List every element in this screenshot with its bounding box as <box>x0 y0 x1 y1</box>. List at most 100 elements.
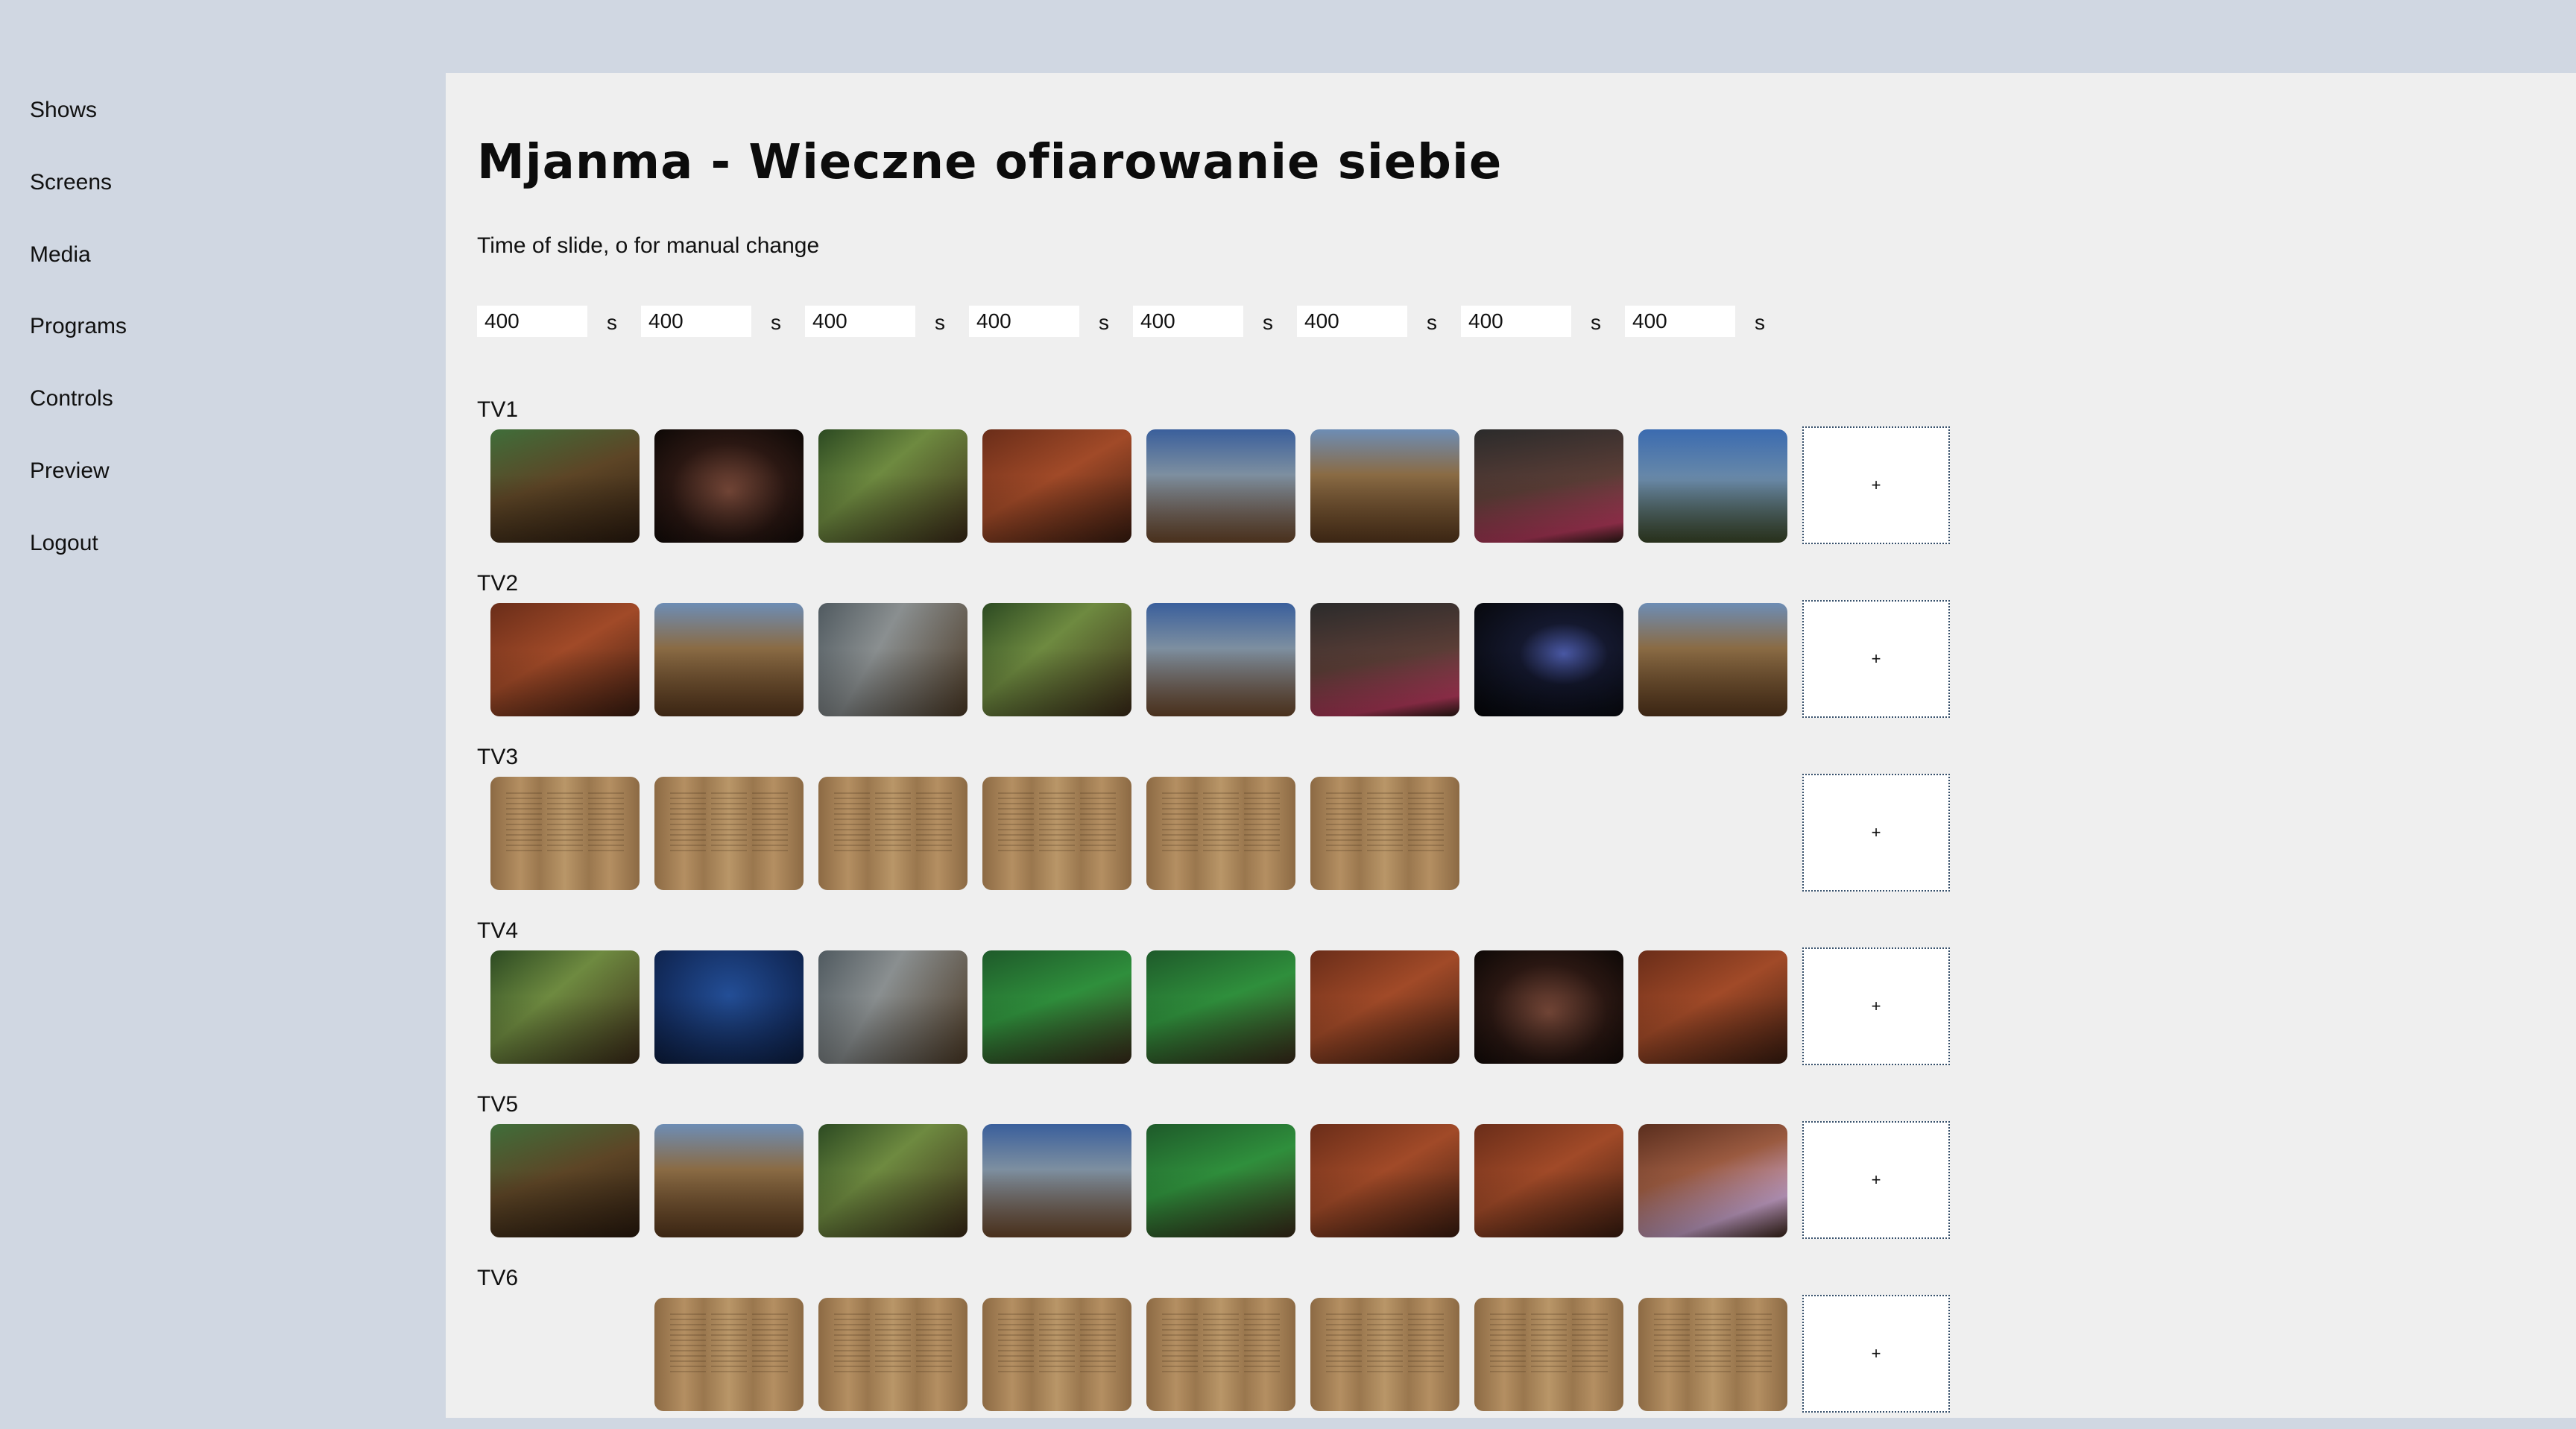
media-thumbnail[interactable] <box>818 1298 967 1411</box>
add-media-button[interactable]: + <box>1802 774 1950 892</box>
photo-shade <box>654 950 804 1064</box>
photo-shade <box>1310 1124 1459 1237</box>
document-image <box>490 777 640 890</box>
media-thumbnail[interactable] <box>1474 950 1623 1064</box>
media-thumbnail[interactable] <box>1310 1298 1459 1411</box>
add-media-button[interactable]: + <box>1802 600 1950 718</box>
slide-time-input-4[interactable] <box>969 306 1079 337</box>
media-thumbnail[interactable] <box>1146 950 1295 1064</box>
media-thumbnail[interactable] <box>1310 429 1459 543</box>
media-thumbnail[interactable] <box>1638 429 1787 543</box>
slide-time-input-3[interactable] <box>805 306 915 337</box>
document-image <box>654 1298 804 1411</box>
photo-shade <box>1474 429 1623 543</box>
seconds-unit: s <box>1591 311 1601 334</box>
media-thumbnail[interactable] <box>1310 950 1459 1064</box>
photo-shade <box>1310 603 1459 716</box>
media-thumbnail[interactable] <box>1146 429 1295 543</box>
photo-shade <box>818 429 967 543</box>
media-thumbnail[interactable] <box>654 603 804 716</box>
media-thumbnail[interactable] <box>1474 1298 1623 1411</box>
nav-programs[interactable]: Programs <box>30 313 127 340</box>
tv-label: TV2 <box>477 571 519 596</box>
sidebar: Shows Screens Media Programs Controls Pr… <box>0 0 446 1418</box>
media-thumbnail[interactable] <box>982 1298 1131 1411</box>
photo-shade <box>818 1124 967 1237</box>
media-thumbnail[interactable] <box>1310 777 1459 890</box>
document-image <box>1310 1298 1459 1411</box>
media-thumbnail[interactable] <box>490 603 640 716</box>
nav-controls[interactable]: Controls <box>30 385 113 412</box>
media-thumbnail[interactable] <box>654 777 804 890</box>
media-thumbnail[interactable] <box>1474 1124 1623 1237</box>
media-thumbnail[interactable] <box>818 603 967 716</box>
nav-logout[interactable]: Logout <box>30 530 98 557</box>
media-thumbnail[interactable] <box>1474 429 1623 543</box>
nav-shows[interactable]: Shows <box>30 97 97 124</box>
tv-row: TV1 + <box>477 397 2415 561</box>
add-media-button[interactable]: + <box>1802 947 1950 1065</box>
media-thumbnail[interactable] <box>1474 603 1623 716</box>
media-thumbnail[interactable] <box>1146 603 1295 716</box>
seconds-unit: s <box>1099 311 1109 334</box>
add-media-button[interactable]: + <box>1802 1121 1950 1239</box>
tv-label: TV1 <box>477 397 519 422</box>
media-thumbnail[interactable] <box>490 429 640 543</box>
media-thumbnail[interactable] <box>1638 950 1787 1064</box>
media-thumbnail[interactable] <box>982 777 1131 890</box>
photo-shade <box>818 603 967 716</box>
media-thumbnail[interactable] <box>490 777 640 890</box>
media-thumbnail[interactable] <box>982 429 1131 543</box>
document-image <box>1638 1298 1787 1411</box>
photo-shade <box>982 429 1131 543</box>
media-thumbnail[interactable] <box>654 1298 804 1411</box>
photo-shade <box>1638 429 1787 543</box>
media-thumbnail[interactable] <box>1638 1298 1787 1411</box>
media-thumbnail[interactable] <box>818 1124 967 1237</box>
media-thumbnail[interactable] <box>490 1124 640 1237</box>
media-thumbnail[interactable] <box>818 777 967 890</box>
document-image <box>982 777 1131 890</box>
media-thumbnail[interactable] <box>982 1124 1131 1237</box>
nav-media[interactable]: Media <box>30 242 91 268</box>
seconds-unit: s <box>1263 311 1273 334</box>
document-image <box>1310 777 1459 890</box>
document-image <box>818 777 967 890</box>
tv-label: TV4 <box>477 918 519 943</box>
media-thumbnail[interactable] <box>1146 1124 1295 1237</box>
photo-shade <box>1638 950 1787 1064</box>
media-thumbnail[interactable] <box>654 429 804 543</box>
media-thumbnail[interactable] <box>1146 1298 1295 1411</box>
slide-time-label: Time of slide, o for manual change <box>477 233 820 258</box>
nav-screens[interactable]: Screens <box>30 169 112 196</box>
media-thumbnail[interactable] <box>1638 1124 1787 1237</box>
media-thumbnail[interactable] <box>654 950 804 1064</box>
photo-shade <box>1146 950 1295 1064</box>
add-media-button[interactable]: + <box>1802 426 1950 544</box>
media-thumbnail[interactable] <box>1638 603 1787 716</box>
nav-preview[interactable]: Preview <box>30 458 110 485</box>
seconds-unit: s <box>1755 311 1765 334</box>
media-thumbnail[interactable] <box>1310 603 1459 716</box>
media-thumbnail[interactable] <box>1310 1124 1459 1237</box>
media-thumbnail[interactable] <box>654 1124 804 1237</box>
seconds-unit: s <box>607 311 617 334</box>
slide-time-input-7[interactable] <box>1461 306 1571 337</box>
media-thumbnail[interactable] <box>818 950 967 1064</box>
media-thumbnail[interactable] <box>490 950 640 1064</box>
slide-time-input-8[interactable] <box>1625 306 1735 337</box>
media-thumbnail[interactable] <box>982 950 1131 1064</box>
add-media-button[interactable]: + <box>1802 1295 1950 1413</box>
document-image <box>1474 1298 1623 1411</box>
photo-shade <box>1638 603 1787 716</box>
photo-shade <box>654 603 804 716</box>
slide-time-input-5[interactable] <box>1133 306 1243 337</box>
slide-time-input-6[interactable] <box>1297 306 1407 337</box>
photo-shade <box>490 950 640 1064</box>
media-thumbnail[interactable] <box>982 603 1131 716</box>
slide-time-input-2[interactable] <box>641 306 751 337</box>
photo-shade <box>818 950 967 1064</box>
slide-time-input-1[interactable] <box>477 306 587 337</box>
media-thumbnail[interactable] <box>1146 777 1295 890</box>
media-thumbnail[interactable] <box>818 429 967 543</box>
